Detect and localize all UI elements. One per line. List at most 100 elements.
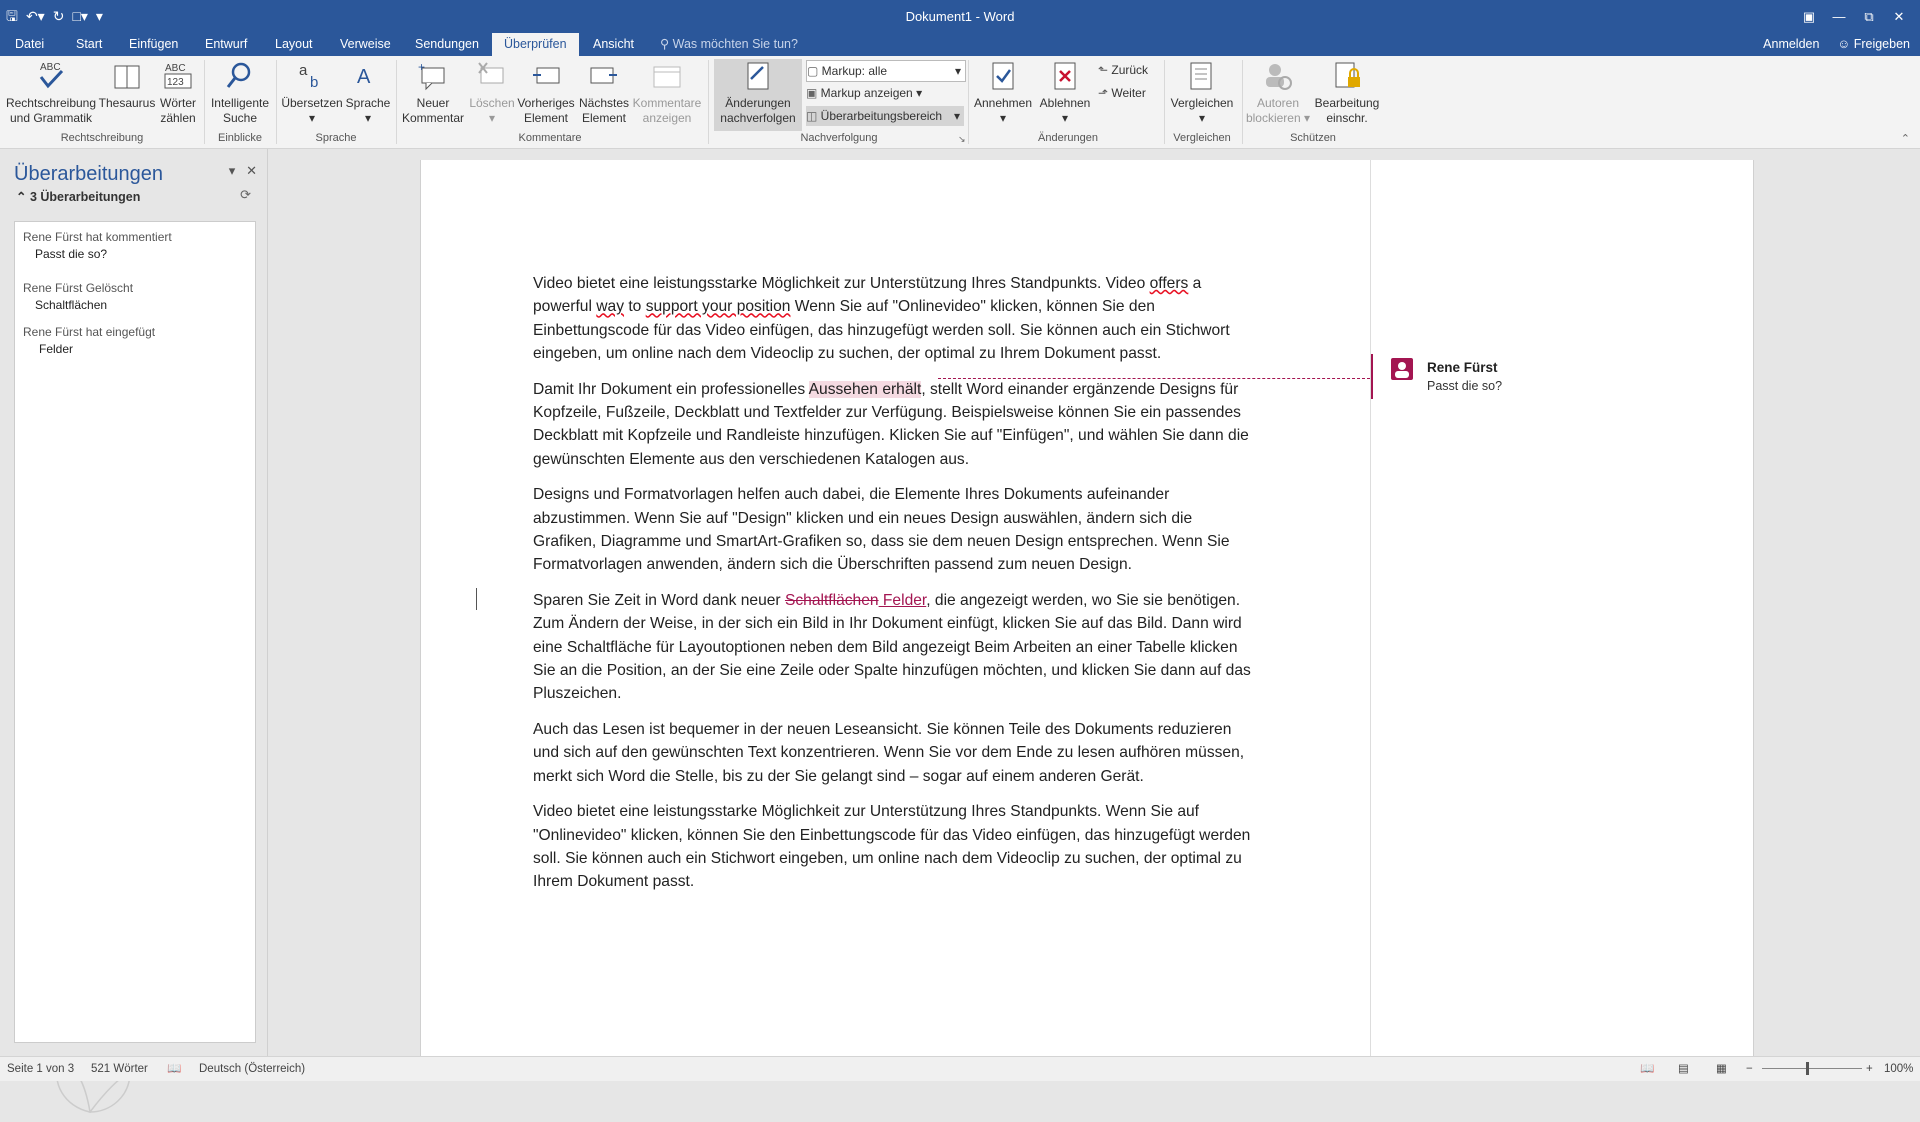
tab-design[interactable]: Entwurf: [193, 33, 259, 56]
translate-icon: ab: [299, 62, 318, 91]
tell-me-box[interactable]: ⚲ Was möchten Sie tun?: [660, 33, 798, 56]
print-layout-icon[interactable]: ▤: [1678, 1057, 1689, 1081]
deleted-text[interactable]: Schaltflächen: [785, 592, 879, 609]
close-button[interactable]: ✕: [1884, 0, 1914, 33]
previous-change-button[interactable]: ⬑ Zurück: [1098, 60, 1148, 80]
zoom-slider[interactable]: [1762, 1068, 1862, 1069]
tab-view[interactable]: Ansicht: [581, 33, 646, 56]
tab-references[interactable]: Verweise: [328, 33, 403, 56]
show-markup-button[interactable]: ▣ Markup anzeigen ▾: [806, 83, 922, 103]
paragraph: Sparen Sie Zeit in Word dank neuer Schal…: [533, 589, 1258, 705]
document-body[interactable]: Video bietet eine leistungsstarke Möglic…: [533, 272, 1258, 906]
tab-file[interactable]: Datei: [3, 33, 56, 56]
group-language-label: Sprache: [315, 132, 357, 144]
refresh-icon[interactable]: ⟳: [240, 187, 251, 203]
tab-start[interactable]: Start: [64, 33, 114, 56]
group-comments-label: Kommentare: [518, 132, 582, 144]
ribbon-display-icon[interactable]: ▣: [1794, 0, 1824, 33]
svg-text:123: 123: [167, 77, 184, 88]
svg-text:ABC: ABC: [165, 63, 186, 74]
sign-in-link[interactable]: Anmelden: [1763, 33, 1819, 56]
track-changes-label: Änderungen nachverfolgen: [720, 96, 796, 125]
pane-options-icon[interactable]: ▾: [229, 163, 236, 178]
revisions-pane: Überarbeitungen ▾ ✕ ⌃ 3 Überarbeitungen …: [0, 149, 268, 1113]
zoom-slider-thumb[interactable]: [1806, 1062, 1809, 1075]
status-bar: Seite 1 von 3 521 Wörter 📖 Deutsch (Öste…: [0, 1056, 1920, 1081]
word-count[interactable]: 521 Wörter: [91, 1057, 148, 1081]
read-mode-icon[interactable]: 📖: [1640, 1057, 1654, 1081]
divider: [968, 60, 969, 144]
delete-label: Löschen: [469, 96, 515, 110]
revisions-pane-title: Überarbeitungen: [14, 163, 163, 185]
divider: [708, 60, 709, 144]
close-pane-icon[interactable]: ✕: [246, 163, 257, 178]
revision-header: Rene Fürst hat eingefügt: [23, 325, 156, 339]
compare-button[interactable]: Vergleichen ▾: [1166, 59, 1238, 126]
reject-button[interactable]: Ablehnen ▾: [1034, 59, 1096, 126]
compare-icon: [1190, 62, 1212, 90]
language-indicator[interactable]: Deutsch (Österreich): [199, 1057, 305, 1081]
person-icon: [1395, 362, 1409, 378]
revision-header: Rene Fürst hat kommentiert: [23, 230, 172, 244]
reviewing-pane-label: Überarbeitungsbereich: [820, 109, 943, 123]
spelling-error-text: offers: [1149, 275, 1189, 292]
reviewing-pane-button[interactable]: ◫ Überarbeitungsbereich ▾: [806, 106, 964, 126]
markup-select[interactable]: ▢ Markup: alle ▾: [806, 60, 966, 82]
next-change-button[interactable]: ⬏ Weiter: [1098, 83, 1146, 103]
translate-button[interactable]: ab Übersetzen ▾: [280, 59, 344, 126]
person-icon: ☺: [1837, 37, 1854, 51]
paragraph: Video bietet eine leistungsstarke Möglic…: [533, 803, 1251, 891]
previous-comment-button[interactable]: Vorheriges Element: [516, 59, 576, 126]
tab-review[interactable]: Überprüfen: [492, 33, 579, 56]
revision-body: Schaltflächen: [35, 298, 108, 312]
revision-item[interactable]: Rene Fürst hat eingefügt Felder: [23, 325, 155, 356]
delete-comment-button[interactable]: Löschen ▾: [468, 59, 516, 126]
zoom-in-icon[interactable]: +: [1866, 1057, 1873, 1081]
block-authors-button[interactable]: Autoren blockieren ▾: [1244, 59, 1312, 126]
inserted-text[interactable]: Felder: [879, 592, 926, 609]
collapse-ribbon-icon[interactable]: ⌃: [1901, 132, 1910, 145]
thesaurus-button[interactable]: Thesaurus: [98, 59, 156, 111]
show-comments-label: Kommentare anzeigen: [632, 96, 702, 125]
tab-mailings[interactable]: Sendungen: [403, 33, 491, 56]
restrict-editing-button[interactable]: Bearbeitung einschr.: [1312, 59, 1382, 126]
commented-text[interactable]: Aussehen erhält: [808, 380, 922, 398]
divider: [1242, 60, 1243, 144]
restore-button[interactable]: ⧉: [1854, 0, 1884, 33]
svg-text:ABC: ABC: [40, 62, 61, 73]
next-comment-button[interactable]: Nächstes Element: [576, 59, 632, 126]
svg-text:b: b: [310, 74, 318, 91]
comment-balloon[interactable]: Rene Fürst Passt die so?: [1371, 354, 1753, 399]
track-changes-button[interactable]: Änderungen nachverfolgen: [714, 59, 802, 131]
revision-item[interactable]: Rene Fürst hat kommentiert Passt die so?: [23, 230, 172, 261]
word-count-button[interactable]: ABC 123 Wörter zählen: [156, 59, 200, 126]
compare-label: Vergleichen: [1170, 96, 1234, 110]
page-indicator[interactable]: Seite 1 von 3: [7, 1057, 74, 1081]
web-layout-icon[interactable]: ▦: [1716, 1057, 1727, 1081]
spelling-label: Rechtschreibung und Grammatik: [5, 96, 97, 125]
minimize-button[interactable]: —: [1824, 0, 1854, 33]
spelling-button[interactable]: ABC Rechtschreibung und Grammatik: [4, 59, 98, 126]
chevron-down-icon: ▾: [308, 111, 316, 125]
track-changes-icon: [747, 62, 769, 90]
comment-connector: [938, 378, 1370, 379]
revision-item[interactable]: Rene Fürst Gelöscht Schaltflächen: [23, 281, 133, 312]
window-title: Dokument1 - Word: [905, 9, 1015, 24]
zoom-level[interactable]: 100%: [1884, 1057, 1913, 1081]
smart-lookup-button[interactable]: Intelligente Suche: [208, 59, 272, 126]
tab-insert[interactable]: Einfügen: [117, 33, 190, 56]
show-comments-button[interactable]: Kommentare anzeigen: [632, 59, 702, 126]
proofing-status-icon[interactable]: 📖: [167, 1057, 181, 1081]
chevron-down-icon: ▾: [999, 111, 1007, 125]
forward-label: Weiter: [1111, 86, 1146, 100]
share-button[interactable]: ☺ Freigeben: [1837, 33, 1910, 56]
dialog-launcher-icon[interactable]: ↘: [958, 134, 966, 145]
language-button[interactable]: A Sprache ▾: [344, 59, 392, 126]
divider: [396, 60, 397, 144]
tab-layout[interactable]: Layout: [263, 33, 325, 56]
new-comment-button[interactable]: + Neuer Kommentar: [398, 59, 468, 126]
comment-text[interactable]: Passt die so?: [1427, 379, 1502, 393]
accept-button[interactable]: Annehmen ▾: [972, 59, 1034, 126]
zoom-out-icon[interactable]: −: [1746, 1057, 1753, 1081]
revisions-count[interactable]: ⌃ 3 Überarbeitungen: [16, 189, 140, 204]
